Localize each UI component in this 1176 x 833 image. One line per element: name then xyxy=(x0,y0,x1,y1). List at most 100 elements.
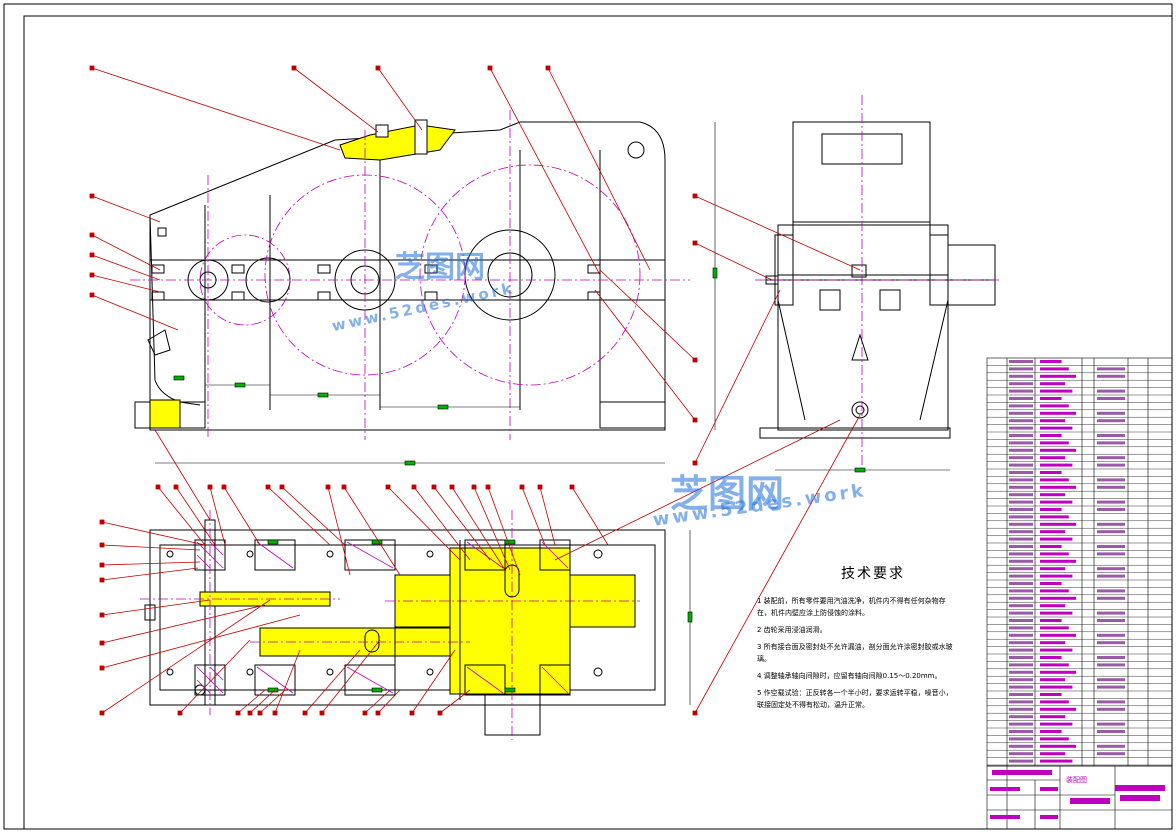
parts-list-cell-mark xyxy=(1040,737,1069,741)
requirement-item-3: 3 所有接合面及密封处不允许漏油，剖分面允许涂密封胶或水玻璃。 xyxy=(757,643,953,663)
parts-list-cell-mark xyxy=(1097,367,1125,371)
parts-list-cell-mark xyxy=(1097,663,1125,667)
parts-list-cell-mark xyxy=(1009,633,1033,637)
parts-list-cell-mark xyxy=(1097,700,1125,704)
parts-list-cell-mark xyxy=(1009,493,1033,497)
parts-list-cell-mark xyxy=(1009,626,1033,630)
parts-list-cell-mark xyxy=(1040,448,1076,452)
parts-list-cell-mark xyxy=(1009,522,1033,526)
parts-list-cell-mark xyxy=(1097,707,1125,711)
parts-list-cell-mark xyxy=(1009,759,1033,763)
parts-list-rows xyxy=(987,360,1172,766)
parts-list-cell-mark xyxy=(1097,463,1125,467)
technical-requirements-title: 技术要求 xyxy=(841,566,905,582)
parts-list-cell-mark xyxy=(1040,552,1069,556)
parts-list-cell-mark xyxy=(1040,471,1062,474)
parts-list-cell-mark xyxy=(1097,389,1125,393)
parts-list-cell-mark xyxy=(1097,434,1125,437)
parts-list-cell-mark xyxy=(1009,604,1033,608)
parts-list-cell-mark xyxy=(1009,471,1033,474)
parts-list-cell-mark xyxy=(1009,752,1033,756)
parts-list-cell-mark xyxy=(1009,663,1033,667)
parts-list-cell-mark xyxy=(1097,456,1125,460)
parts-list-cell-mark xyxy=(1009,389,1033,393)
parts-list-cell-mark xyxy=(1009,537,1033,541)
parts-list-cell-mark xyxy=(1040,397,1062,400)
parts-list-cell-mark xyxy=(1097,522,1125,526)
parts-list-cell-mark xyxy=(1040,678,1066,682)
parts-list-cell-mark xyxy=(1009,382,1033,386)
front-view xyxy=(134,119,666,431)
requirement-item-2: 2 齿轮采用浸油润滑。 xyxy=(757,626,827,634)
parts-list-cell-mark xyxy=(1009,678,1033,682)
parts-list-cell-mark xyxy=(1040,382,1066,386)
side-view-centerlines xyxy=(755,95,1000,470)
parts-list-cell-mark xyxy=(1097,589,1125,593)
parts-list-cell-mark xyxy=(1040,367,1069,371)
parts-list-cell-mark xyxy=(1040,360,1062,363)
parts-list-cell-mark xyxy=(1040,515,1069,519)
parts-list-cell-mark xyxy=(1040,604,1066,608)
parts-list-cell-mark xyxy=(1009,508,1033,511)
parts-list-cell-mark xyxy=(1040,611,1073,615)
parts-list-cell-mark xyxy=(1009,567,1033,571)
parts-list-cell-mark xyxy=(1097,722,1125,726)
parts-list-cell-mark xyxy=(1097,611,1125,615)
parts-list-cell-mark xyxy=(1097,567,1125,571)
parts-list-cell-mark xyxy=(1040,434,1062,437)
parts-list-cell-mark xyxy=(1040,656,1062,659)
side-view-dimensions xyxy=(775,467,950,473)
parts-list-cell-mark xyxy=(1040,596,1076,600)
parts-list-cell-mark xyxy=(1009,552,1033,556)
parts-list-cell-mark xyxy=(1009,619,1033,622)
parts-list-cell-mark xyxy=(1040,752,1066,756)
parts-list-cell-mark xyxy=(1097,752,1125,756)
parts-list-cell-mark xyxy=(1040,559,1076,563)
parts-list-cell-mark xyxy=(1009,715,1033,719)
parts-list-cell-mark xyxy=(1009,448,1033,452)
parts-list-cell-mark xyxy=(1040,715,1066,719)
parts-list-cell-mark xyxy=(1009,485,1033,489)
parts-list-cell-mark xyxy=(1040,478,1069,482)
parts-list-cell-mark xyxy=(1040,374,1076,378)
parts-list-cell-mark xyxy=(1097,678,1125,682)
parts-list-cell-mark xyxy=(1040,633,1076,637)
parts-list-cell-mark xyxy=(1040,456,1066,460)
parts-list-cell-mark xyxy=(1009,500,1033,504)
parts-list-cell-mark xyxy=(1009,426,1033,430)
parts-list-cell-mark xyxy=(1097,596,1125,600)
parts-list-cell-mark xyxy=(1009,730,1033,733)
parts-list-cell-mark xyxy=(1040,759,1073,763)
parts-list-cell-mark xyxy=(1040,648,1073,652)
assembly-drawing-sheet xyxy=(3,3,1173,830)
parts-list-cell-mark xyxy=(1097,552,1125,556)
parts-list-cell-mark xyxy=(1009,574,1033,578)
parts-list-cell-mark xyxy=(1009,611,1033,615)
title-block-name: 装配图 xyxy=(1066,776,1087,784)
parts-list-cell-mark xyxy=(1097,730,1125,733)
parts-list-cell-mark xyxy=(1009,456,1033,460)
parts-list-cell-mark xyxy=(1009,693,1033,696)
requirement-item-5: 5 作空载试验：正反转各一个半小时，要求运转平稳，噪音小，联接固定处不得有松动，… xyxy=(757,689,953,709)
parts-list-cell-mark xyxy=(1097,545,1125,548)
parts-list-cell-mark xyxy=(1009,589,1033,593)
parts-list-cell-mark xyxy=(1009,656,1033,659)
parts-list-cell-mark xyxy=(1009,559,1033,563)
parts-list-cell-mark xyxy=(1040,493,1066,497)
parts-list-cell-mark xyxy=(1040,670,1076,674)
parts-list-cell-mark xyxy=(1009,722,1033,726)
parts-list-cell-mark xyxy=(1097,508,1125,511)
parts-list-cell-mark xyxy=(1040,730,1062,733)
parts-list-cell-mark xyxy=(1009,685,1033,689)
parts-list-cell-mark xyxy=(1097,397,1125,400)
parts-list-cell-mark xyxy=(1097,374,1125,378)
parts-list-cell-mark xyxy=(1040,389,1073,393)
parts-list-cell-mark xyxy=(1040,404,1069,408)
parts-list-cell-mark xyxy=(1009,582,1033,585)
parts-list-cell-mark xyxy=(1009,434,1033,437)
parts-list-cell-mark xyxy=(1040,693,1062,696)
parts-list-cell-mark xyxy=(1040,545,1062,548)
parts-list-cell-mark xyxy=(1040,411,1076,415)
parts-list-cell-mark xyxy=(1097,641,1125,645)
parts-list-cell-mark xyxy=(1009,530,1033,534)
